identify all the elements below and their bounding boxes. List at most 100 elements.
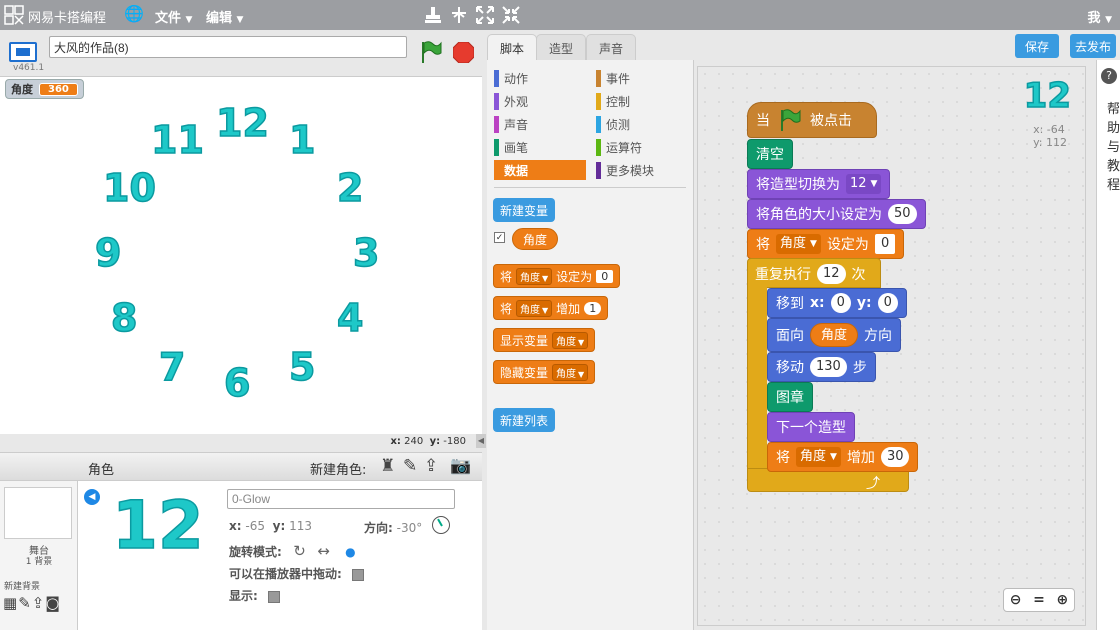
show-variable-block[interactable]: 显示变量 角度 ▼ bbox=[493, 328, 596, 352]
help-icon[interactable]: ? bbox=[1101, 68, 1117, 84]
category-more-blocks[interactable]: 更多模块 bbox=[596, 160, 654, 180]
repeat-count-input[interactable]: 12 bbox=[817, 264, 846, 284]
clock-number-sprite[interactable]: 9 bbox=[94, 233, 122, 273]
camera-icon[interactable]: 📷 bbox=[450, 456, 471, 476]
camera-icon[interactable]: ◙ bbox=[45, 594, 61, 612]
collapse-stage-icon[interactable]: ◀ bbox=[476, 434, 486, 448]
stage-canvas[interactable]: 角度 360 12 1 2 3 4 5 6 7 8 9 10 11 bbox=[0, 76, 482, 434]
user-menu[interactable]: 我 ▼ bbox=[1088, 7, 1112, 26]
paint-brush-icon[interactable]: ✎ bbox=[403, 456, 417, 476]
paint-brush-icon[interactable]: ✎ bbox=[18, 594, 32, 612]
set-variable-block[interactable]: 将 角度 ▼ 设定为 0 bbox=[747, 229, 905, 259]
brand-name[interactable]: 网易卡搭编程 bbox=[28, 7, 106, 26]
set-variable-block[interactable]: 将 角度 ▼ 设定为 0 bbox=[493, 264, 621, 288]
green-flag-icon[interactable] bbox=[420, 40, 442, 64]
grow-icon[interactable] bbox=[475, 5, 495, 25]
variable-reporter-block[interactable]: 角度 bbox=[810, 323, 859, 347]
clock-number-sprite[interactable]: 8 bbox=[110, 298, 138, 338]
fullscreen-toggle-icon[interactable] bbox=[9, 42, 37, 62]
publish-button[interactable]: 去发布 bbox=[1070, 34, 1117, 58]
help-pane[interactable]: ? 帮助与教程 bbox=[1096, 60, 1120, 630]
zoom-in-icon[interactable]: ⊕ bbox=[1056, 592, 1068, 608]
menu-file[interactable]: 文件 ▼ bbox=[155, 7, 192, 26]
size-input[interactable]: 50 bbox=[888, 204, 917, 224]
stop-sign-icon[interactable] bbox=[453, 42, 474, 63]
change-variable-block[interactable]: 将 角度 ▼ 增加 30 bbox=[767, 442, 919, 472]
backdrop-library-icon[interactable]: ▦ bbox=[3, 594, 18, 612]
sprite-library-icon[interactable]: ♜ bbox=[380, 456, 395, 476]
project-title-input[interactable] bbox=[49, 36, 407, 58]
dont-rotate-icon[interactable]: ● bbox=[345, 545, 355, 559]
clear-block[interactable]: 清空 bbox=[747, 139, 793, 169]
category-sensing[interactable]: 侦测 bbox=[596, 114, 630, 134]
delete-scissors-icon[interactable] bbox=[449, 5, 469, 25]
change-variable-block[interactable]: 将 角度 ▼ 增加 1 bbox=[493, 296, 609, 320]
tab-sounds[interactable]: 声音 bbox=[586, 34, 637, 60]
variable-dropdown[interactable]: 角度 ▼ bbox=[516, 299, 553, 317]
back-arrow-icon[interactable]: ◀ bbox=[84, 489, 100, 505]
clock-number-sprite[interactable]: 11 bbox=[150, 120, 204, 160]
stage-thumbnail[interactable] bbox=[4, 487, 72, 539]
variable-dropdown[interactable]: 角度 ▼ bbox=[776, 234, 821, 254]
variable-checkbox[interactable]: ✓ bbox=[494, 232, 505, 243]
rotate-all-around-icon[interactable]: ↻ bbox=[293, 542, 306, 560]
category-data[interactable]: 数据 bbox=[494, 160, 586, 180]
x-input[interactable]: 0 bbox=[830, 293, 851, 313]
tab-costumes[interactable]: 造型 bbox=[536, 34, 587, 60]
hide-variable-block[interactable]: 隐藏变量 角度 ▼ bbox=[493, 360, 596, 384]
clock-number-sprite[interactable]: 2 bbox=[336, 168, 364, 208]
new-list-button[interactable]: 新建列表 bbox=[493, 408, 556, 432]
zoom-out-icon[interactable]: ⊖ bbox=[1010, 592, 1022, 608]
left-right-icon[interactable]: ↔ bbox=[317, 542, 330, 560]
set-size-block[interactable]: 将角色的大小设定为 50 bbox=[747, 199, 926, 229]
upload-icon[interactable]: ⇪ bbox=[424, 456, 438, 476]
show-checkbox[interactable] bbox=[267, 590, 280, 603]
next-costume-block[interactable]: 下一个造型 bbox=[767, 412, 855, 442]
globe-icon[interactable]: 🌐 bbox=[124, 6, 144, 22]
clock-number-sprite[interactable]: 5 bbox=[288, 347, 316, 387]
y-input[interactable]: 0 bbox=[877, 293, 898, 313]
zoom-reset-icon[interactable]: = bbox=[1033, 592, 1045, 608]
variable-monitor[interactable]: 角度 360 bbox=[5, 79, 84, 99]
variable-reporter-block[interactable]: 角度 bbox=[512, 228, 559, 250]
category-events[interactable]: 事件 bbox=[596, 68, 630, 88]
draggable-checkbox[interactable] bbox=[351, 568, 364, 581]
point-in-direction-block[interactable]: 面向 角度 方向 bbox=[767, 318, 902, 352]
costume-dropdown[interactable]: 12 ▼ bbox=[846, 174, 882, 194]
goto-xy-block[interactable]: 移到 x: 0 y: 0 bbox=[767, 288, 907, 318]
variable-dropdown[interactable]: 角度 ▼ bbox=[552, 331, 589, 349]
clock-number-sprite[interactable]: 12 bbox=[215, 103, 269, 143]
clock-number-sprite[interactable]: 1 bbox=[288, 120, 316, 160]
move-steps-block[interactable]: 移动 130 步 bbox=[767, 352, 876, 382]
category-looks[interactable]: 外观 bbox=[494, 91, 528, 111]
variable-dropdown[interactable]: 角度 ▼ bbox=[516, 267, 553, 285]
variable-dropdown[interactable]: 角度 ▼ bbox=[796, 447, 841, 467]
when-flag-clicked-block[interactable]: 当 被点击 bbox=[747, 102, 877, 138]
kada-logo-icon[interactable] bbox=[4, 5, 24, 25]
category-control[interactable]: 控制 bbox=[596, 91, 630, 111]
variable-dropdown[interactable]: 角度 ▼ bbox=[552, 363, 589, 381]
new-variable-button[interactable]: 新建变量 bbox=[493, 198, 556, 222]
clock-number-sprite[interactable]: 6 bbox=[223, 363, 251, 403]
value-input[interactable]: 0 bbox=[596, 269, 614, 283]
clock-number-sprite[interactable]: 10 bbox=[102, 168, 156, 208]
steps-input[interactable]: 130 bbox=[810, 357, 847, 377]
duplicate-stamp-icon[interactable] bbox=[423, 5, 443, 25]
sprite-name-input[interactable] bbox=[227, 489, 455, 509]
category-pen[interactable]: 画笔 bbox=[494, 137, 528, 157]
category-motion[interactable]: 动作 bbox=[494, 68, 528, 88]
shrink-icon[interactable] bbox=[501, 5, 521, 25]
clock-number-sprite[interactable]: 4 bbox=[336, 298, 364, 338]
category-operators[interactable]: 运算符 bbox=[596, 137, 642, 157]
value-input[interactable]: 0 bbox=[874, 234, 896, 254]
value-input[interactable]: 1 bbox=[584, 301, 602, 315]
menu-edit[interactable]: 编辑 ▼ bbox=[206, 7, 243, 26]
save-button[interactable]: 保存 bbox=[1015, 34, 1060, 58]
upload-icon[interactable]: ⇪ bbox=[32, 594, 46, 612]
category-sound[interactable]: 声音 bbox=[494, 114, 528, 134]
stamp-block[interactable]: 图章 bbox=[767, 382, 813, 412]
tab-scripts[interactable]: 脚本 bbox=[487, 34, 538, 60]
clock-number-sprite[interactable]: 3 bbox=[352, 233, 380, 273]
value-input[interactable]: 30 bbox=[880, 447, 910, 467]
stage-selector[interactable]: 舞台 1 背景 新建背景 ▦✎⇪◙ bbox=[0, 481, 78, 630]
